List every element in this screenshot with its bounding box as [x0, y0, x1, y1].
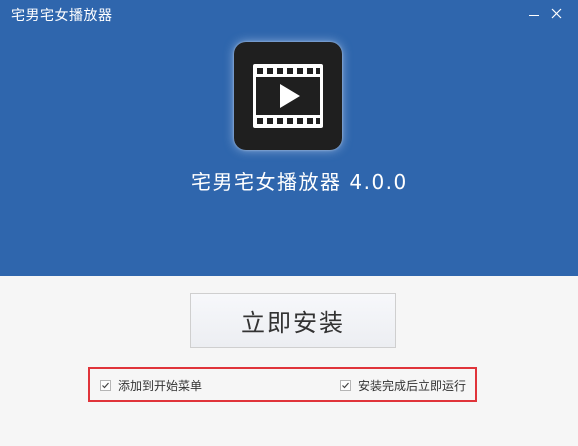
checkmark-icon [102, 382, 109, 388]
close-button[interactable] [549, 6, 565, 22]
close-icon [551, 8, 562, 19]
app-name-version: 宅男宅女播放器 4.0.0 [191, 170, 408, 194]
header-panel: 宅男宅女播放器 宅男宅女播放器 4.0.0 [0, 0, 578, 276]
add-start-menu-label: 添加到开始菜单 [118, 378, 203, 393]
installer-window: 宅男宅女播放器 宅男宅女播放器 4.0.0 立即安装 添加到开始菜单 安装完成后… [0, 0, 578, 446]
film-play-icon [253, 64, 323, 128]
run-after-install-label: 安装完成后立即运行 [358, 378, 467, 393]
add-start-menu-option[interactable]: 添加到开始菜单 [100, 377, 202, 393]
checkmark-icon [342, 382, 349, 388]
run-after-install-option[interactable]: 安装完成后立即运行 [340, 377, 466, 393]
run-after-install-checkbox[interactable] [340, 379, 351, 391]
app-logo [234, 42, 342, 150]
add-start-menu-checkbox[interactable] [100, 379, 111, 391]
minimize-button[interactable] [526, 6, 542, 22]
install-options-group: 添加到开始菜单 安装完成后立即运行 [88, 367, 477, 402]
window-title: 宅男宅女播放器 [11, 8, 113, 24]
install-now-button[interactable]: 立即安装 [190, 293, 396, 348]
minimize-icon [529, 15, 539, 16]
